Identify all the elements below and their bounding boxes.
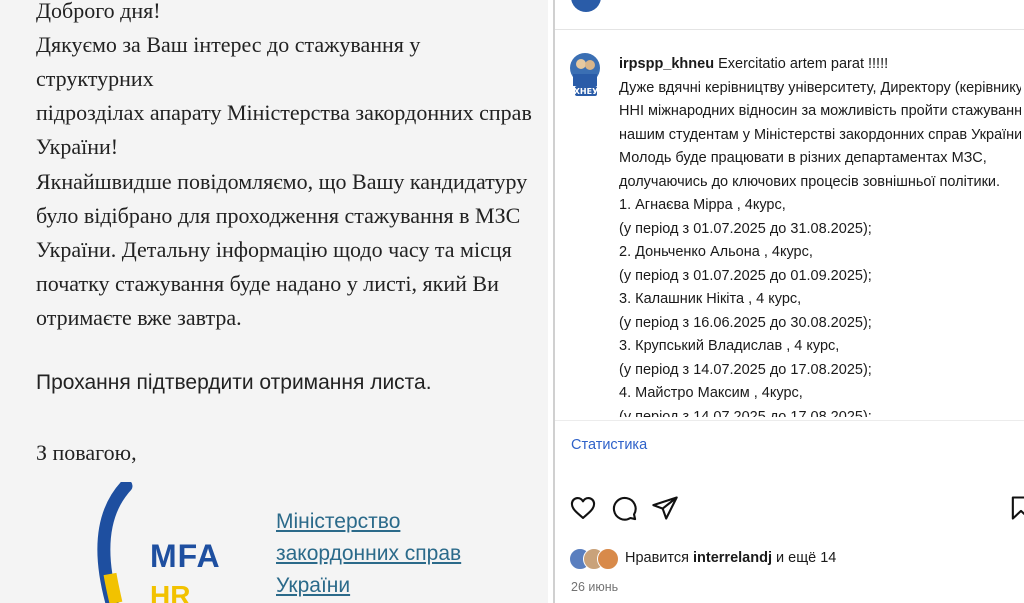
ministry-link-line[interactable]: України: [276, 570, 496, 602]
separator: [555, 420, 1024, 421]
logo-hr-text: HR: [150, 580, 191, 603]
svg-text:ХНЕУ: ХНЕУ: [574, 87, 599, 96]
comment-line: долучаючись до ключових процесів зовнішн…: [619, 173, 1001, 190]
ministry-link-line[interactable]: Міністерство: [276, 506, 496, 538]
share-icon[interactable]: [651, 494, 679, 522]
post-date: 26 июнь: [571, 580, 619, 594]
post-actions-bar: [569, 494, 1024, 526]
mfa-hr-logo: MFA HR: [92, 482, 232, 603]
email-line: отримаєте вже завтра.: [36, 305, 242, 330]
email-paragraph-thanks: Дякуємо за Ваш інтерес до стажування у с…: [36, 28, 536, 164]
email-greeting: Доброго дня!: [36, 0, 161, 23]
comment-line: 4. Майстро Максим , 4курс,: [619, 385, 803, 401]
email-line: України. Детальну інформацію щодо часу т…: [36, 237, 512, 262]
email-paragraph-selection: Якнайшвидше повідомляємо, що Вашу кандид…: [36, 165, 536, 335]
email-regards: З повагою,: [36, 440, 137, 465]
email-line: України!: [36, 134, 119, 159]
avatar[interactable]: [571, 0, 601, 12]
email-line: було відібрано для проходження стажуванн…: [36, 203, 521, 228]
comment-line: Дуже вдячні керівництву університету, Ди…: [619, 79, 1021, 96]
comment-line: Молодь буде працювати в різних департаме…: [619, 150, 987, 166]
ministry-link[interactable]: Міністерство закордонних справ України: [276, 506, 496, 602]
email-line: початку стажування буде надано у листі, …: [36, 271, 499, 296]
logo-arc-icon: [97, 482, 133, 603]
comment-line: 2. Доньченко Альона , 4курс,: [619, 244, 813, 260]
comment-line: (у період з 14.07.2025 до 17.08.2025);: [619, 408, 872, 418]
statistics-link[interactable]: Статистика: [571, 437, 647, 453]
likes-text[interactable]: Нравится interrelandj и ещё 14: [625, 550, 836, 566]
liker-username[interactable]: interrelandj: [693, 550, 772, 566]
likes-prefix: Нравится: [625, 550, 689, 566]
heart-icon[interactable]: [569, 494, 597, 522]
commenter-avatar-icon: ХНЕУ: [570, 53, 600, 96]
comment-line: 3. Крупський Владислав , 4 курс,: [619, 338, 840, 354]
instagram-post-panel: ХНЕУ irpspp_khneu Exercitatio artem para…: [555, 0, 1024, 603]
comment-line: 1. Агнаєва Мірра , 4курс,: [619, 197, 786, 213]
bookmark-icon[interactable]: [1007, 494, 1024, 522]
comment-line: 3. Калашник Нікіта , 4 курс,: [619, 291, 802, 307]
logo-mfa-text: MFA: [150, 538, 221, 574]
avatar: [597, 548, 619, 570]
likes-suffix[interactable]: и ещё 14: [776, 550, 836, 566]
ministry-link-line[interactable]: закордонних справ: [276, 538, 496, 570]
comment-icon[interactable]: [610, 494, 638, 522]
email-panel: Доброго дня! Дякуємо за Ваш інтерес до с…: [0, 0, 548, 603]
comment-line: нашим студентам у Міністерстві закордонн…: [619, 126, 1021, 143]
commenter-avatar[interactable]: ХНЕУ: [569, 52, 601, 96]
liker-avatars: [569, 548, 623, 570]
comment-username[interactable]: irpspp_khneu: [619, 56, 714, 72]
comment-headline: Exercitatio artem parat !!!!!: [718, 56, 889, 72]
comment-line: ННІ міжнародних відносин за можливість п…: [619, 103, 1021, 119]
email-line: Дякуємо за Ваш інтерес до стажування у с…: [36, 32, 421, 91]
likes-row[interactable]: Нравится interrelandj и ещё 14: [569, 546, 1009, 570]
separator: [555, 29, 1024, 30]
email-line: підрозділах апарату Міністерства закордо…: [36, 100, 532, 125]
email-confirm-request: Прохання підтвердити отримання листа.: [36, 371, 432, 394]
comment-line: (у період з 01.07.2025 до 31.08.2025);: [619, 220, 872, 237]
comment-line: (у період з 14.07.2025 до 17.08.2025);: [619, 361, 872, 378]
comment-text: irpspp_khneu Exercitatio artem parat !!!…: [619, 53, 1021, 417]
email-line: Якнайшвидше повідомляємо, що Вашу кандид…: [36, 169, 528, 194]
comment-line: (у період з 16.06.2025 до 30.08.2025);: [619, 314, 872, 331]
comment-first-line: irpspp_khneu Exercitatio artem parat !!!…: [619, 53, 1021, 77]
comment-line: (у період з 01.07.2025 до 01.09.2025);: [619, 267, 872, 284]
